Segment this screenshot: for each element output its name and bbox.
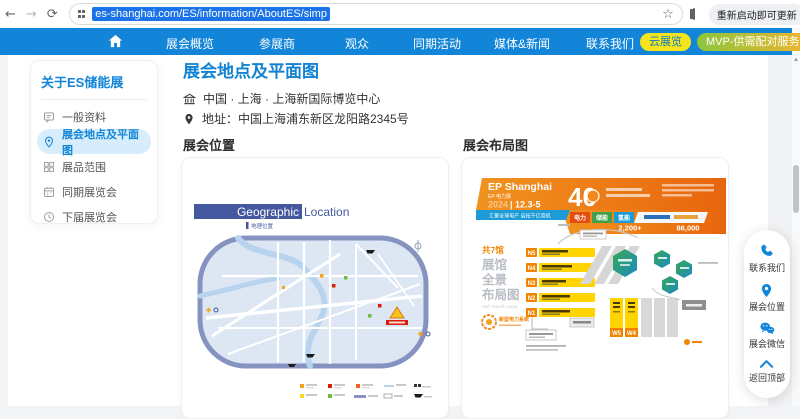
address-text: 地址：中国上海浦东新区龙阳路2345号 bbox=[202, 110, 409, 127]
sidebar-item-label: 同期展览会 bbox=[62, 184, 117, 200]
address-row: 地址：中国上海浦东新区龙阳路2345号 bbox=[183, 110, 409, 127]
nav-item-visitor[interactable]: 观众 bbox=[345, 35, 369, 52]
chevron-up-icon bbox=[759, 359, 774, 369]
wechat-icon bbox=[759, 321, 775, 335]
halls-total: 共7馆 bbox=[482, 245, 504, 255]
url-bar[interactable]: es-shanghai.com/ES/information/AboutES/s… bbox=[69, 3, 683, 25]
poster-logo-text: 新型电力系统 bbox=[499, 316, 529, 323]
stat-exhibitors: 2,200+ bbox=[618, 224, 642, 233]
stat-area: 86,000 bbox=[677, 224, 700, 233]
site-info-icon[interactable] bbox=[78, 10, 86, 18]
page-title: 展会地点及平面图 bbox=[183, 57, 319, 82]
svg-text:W4: W4 bbox=[627, 331, 637, 337]
svg-text:N1: N1 bbox=[528, 311, 536, 317]
map-subtitle: 地理位置 bbox=[251, 222, 274, 230]
svg-text:N3: N3 bbox=[528, 281, 536, 287]
svg-text:布局图: 布局图 bbox=[482, 287, 520, 302]
browser-chrome: ← → ⟳ es-shanghai.com/ES/information/Abo… bbox=[0, 0, 800, 28]
layout-poster: 汇聚全球电产 启拓千亿商机 EP Shanghai EP 电力展 2024 | … bbox=[462, 158, 726, 416]
venue-text: 中国 · 上海 · 上海新国际博览中心 bbox=[203, 90, 380, 107]
map-title-part1: Geographic bbox=[237, 205, 299, 219]
tag-storage: 储能 bbox=[595, 214, 608, 222]
sidebar-item-label: 展品范围 bbox=[62, 159, 106, 175]
reload-button[interactable]: ⟳ bbox=[47, 7, 58, 22]
poster-slogan: 汇聚全球电产 启拓千亿商机 bbox=[489, 213, 550, 220]
scrollbar[interactable]: ▲ bbox=[792, 28, 800, 406]
hall-bar-n5: N5 bbox=[526, 248, 595, 257]
svg-text:W5: W5 bbox=[612, 331, 622, 337]
poster-year: 2024 bbox=[488, 200, 508, 210]
sidebar-item-concurrent[interactable]: 同期展览会 bbox=[37, 179, 151, 204]
cloud-expo-button[interactable]: 云展览 bbox=[640, 33, 691, 51]
nav-item-contact[interactable]: 联系我们 bbox=[586, 35, 634, 52]
sidebar-item-next-show[interactable]: 下届展览会 bbox=[37, 204, 151, 229]
svg-text:N2: N2 bbox=[528, 296, 536, 302]
layout-poster-image: 汇聚全球电产 启拓千亿商机 EP Shanghai EP 电力展 2024 | … bbox=[461, 157, 729, 419]
scrollbar-thumb[interactable] bbox=[793, 165, 799, 213]
location-pin-icon bbox=[759, 283, 774, 298]
grid-icon bbox=[43, 161, 55, 173]
sidebar-item-label: 下届展览会 bbox=[62, 209, 117, 225]
document-icon bbox=[43, 111, 55, 123]
tag-power: 电力 bbox=[574, 214, 586, 222]
fab-contact-us[interactable]: 联系我们 bbox=[749, 244, 785, 274]
fab-expo-wechat[interactable]: 展会微信 bbox=[749, 321, 785, 350]
tag-hydrogen: 氢能 bbox=[618, 214, 630, 222]
floating-action-panel: 联系我们 展会位置 展会微信 返回顶部 bbox=[744, 230, 790, 398]
hall-bar-n1: N1 bbox=[526, 308, 595, 317]
forward-button[interactable]: → bbox=[26, 7, 37, 22]
home-icon[interactable] bbox=[108, 34, 123, 48]
nav-item-exhibitor[interactable]: 参展商 bbox=[259, 35, 295, 52]
map-pin-icon bbox=[43, 136, 55, 148]
nav-item-media[interactable]: 媒体&新闻 bbox=[494, 35, 550, 52]
hall-bar-n4: N4 bbox=[526, 263, 595, 272]
venue-building-icon bbox=[183, 93, 196, 105]
poster-dates: | 12.3-5 bbox=[510, 200, 541, 210]
svg-text:N4: N4 bbox=[528, 266, 536, 272]
mvp-service-button[interactable]: MVP-供需配对服务 bbox=[697, 33, 800, 51]
hall-bar-w5: W5 bbox=[610, 298, 623, 337]
url-text[interactable]: es-shanghai.com/ES/information/AboutES/s… bbox=[92, 7, 330, 21]
hall-bar-n2: N2 bbox=[526, 293, 595, 302]
address-pin-icon bbox=[183, 113, 195, 125]
hall-bar-w4: W4 bbox=[625, 298, 638, 337]
sidebar-item-label: 展会地点及平面图 bbox=[62, 126, 145, 158]
sidebar: 关于ES储能展 一般资料 展会地点及平面图 展品范围 同期展览会 bbox=[30, 60, 158, 224]
map-title-part2: Location bbox=[304, 205, 349, 219]
clock-icon bbox=[43, 211, 55, 223]
sidebar-item-label: 一般资料 bbox=[62, 109, 106, 125]
fab-expo-location[interactable]: 展会位置 bbox=[749, 283, 785, 313]
back-button[interactable]: ← bbox=[5, 7, 16, 22]
scrollbar-up-icon[interactable]: ▲ bbox=[793, 57, 799, 63]
bookmark-star-icon[interactable]: ☆ bbox=[662, 6, 674, 22]
side-panel-icon[interactable] bbox=[693, 8, 695, 20]
fab-back-to-top[interactable]: 返回顶部 bbox=[749, 359, 785, 384]
main-navigation: 展会概览 参展商 观众 同期活动 媒体&新闻 联系我们 云展览 MVP-供需配对… bbox=[0, 28, 792, 55]
layout-section-heading: 展会布局图 bbox=[463, 135, 528, 154]
nav-item-events[interactable]: 同期活动 bbox=[413, 35, 461, 52]
update-chrome-button[interactable]: 重新启动即可更新 bbox=[709, 4, 800, 25]
svg-text:展馆: 展馆 bbox=[482, 257, 507, 272]
divider bbox=[41, 99, 147, 100]
svg-text:N5: N5 bbox=[528, 251, 536, 257]
geographic-map-image: Geographic Location 地理位置 bbox=[181, 157, 449, 419]
phone-icon bbox=[759, 244, 774, 259]
venue-row: 中国 · 上海 · 上海新国际博览中心 bbox=[183, 90, 380, 107]
calendar-icon bbox=[43, 186, 55, 198]
poster-brand: EP Shanghai bbox=[488, 181, 552, 193]
svg-text:全景: 全景 bbox=[481, 272, 508, 287]
sidebar-item-location[interactable]: 展会地点及平面图 bbox=[37, 129, 151, 154]
sidebar-item-scope[interactable]: 展品范围 bbox=[37, 154, 151, 179]
sidebar-title: 关于ES储能展 bbox=[41, 72, 147, 91]
nav-item-overview[interactable]: 展会概览 bbox=[166, 35, 214, 52]
location-section-heading: 展会位置 bbox=[183, 135, 235, 154]
geographic-map: Geographic Location 地理位置 bbox=[182, 158, 446, 416]
overview-en: Hall Overall Layout bbox=[482, 304, 518, 309]
